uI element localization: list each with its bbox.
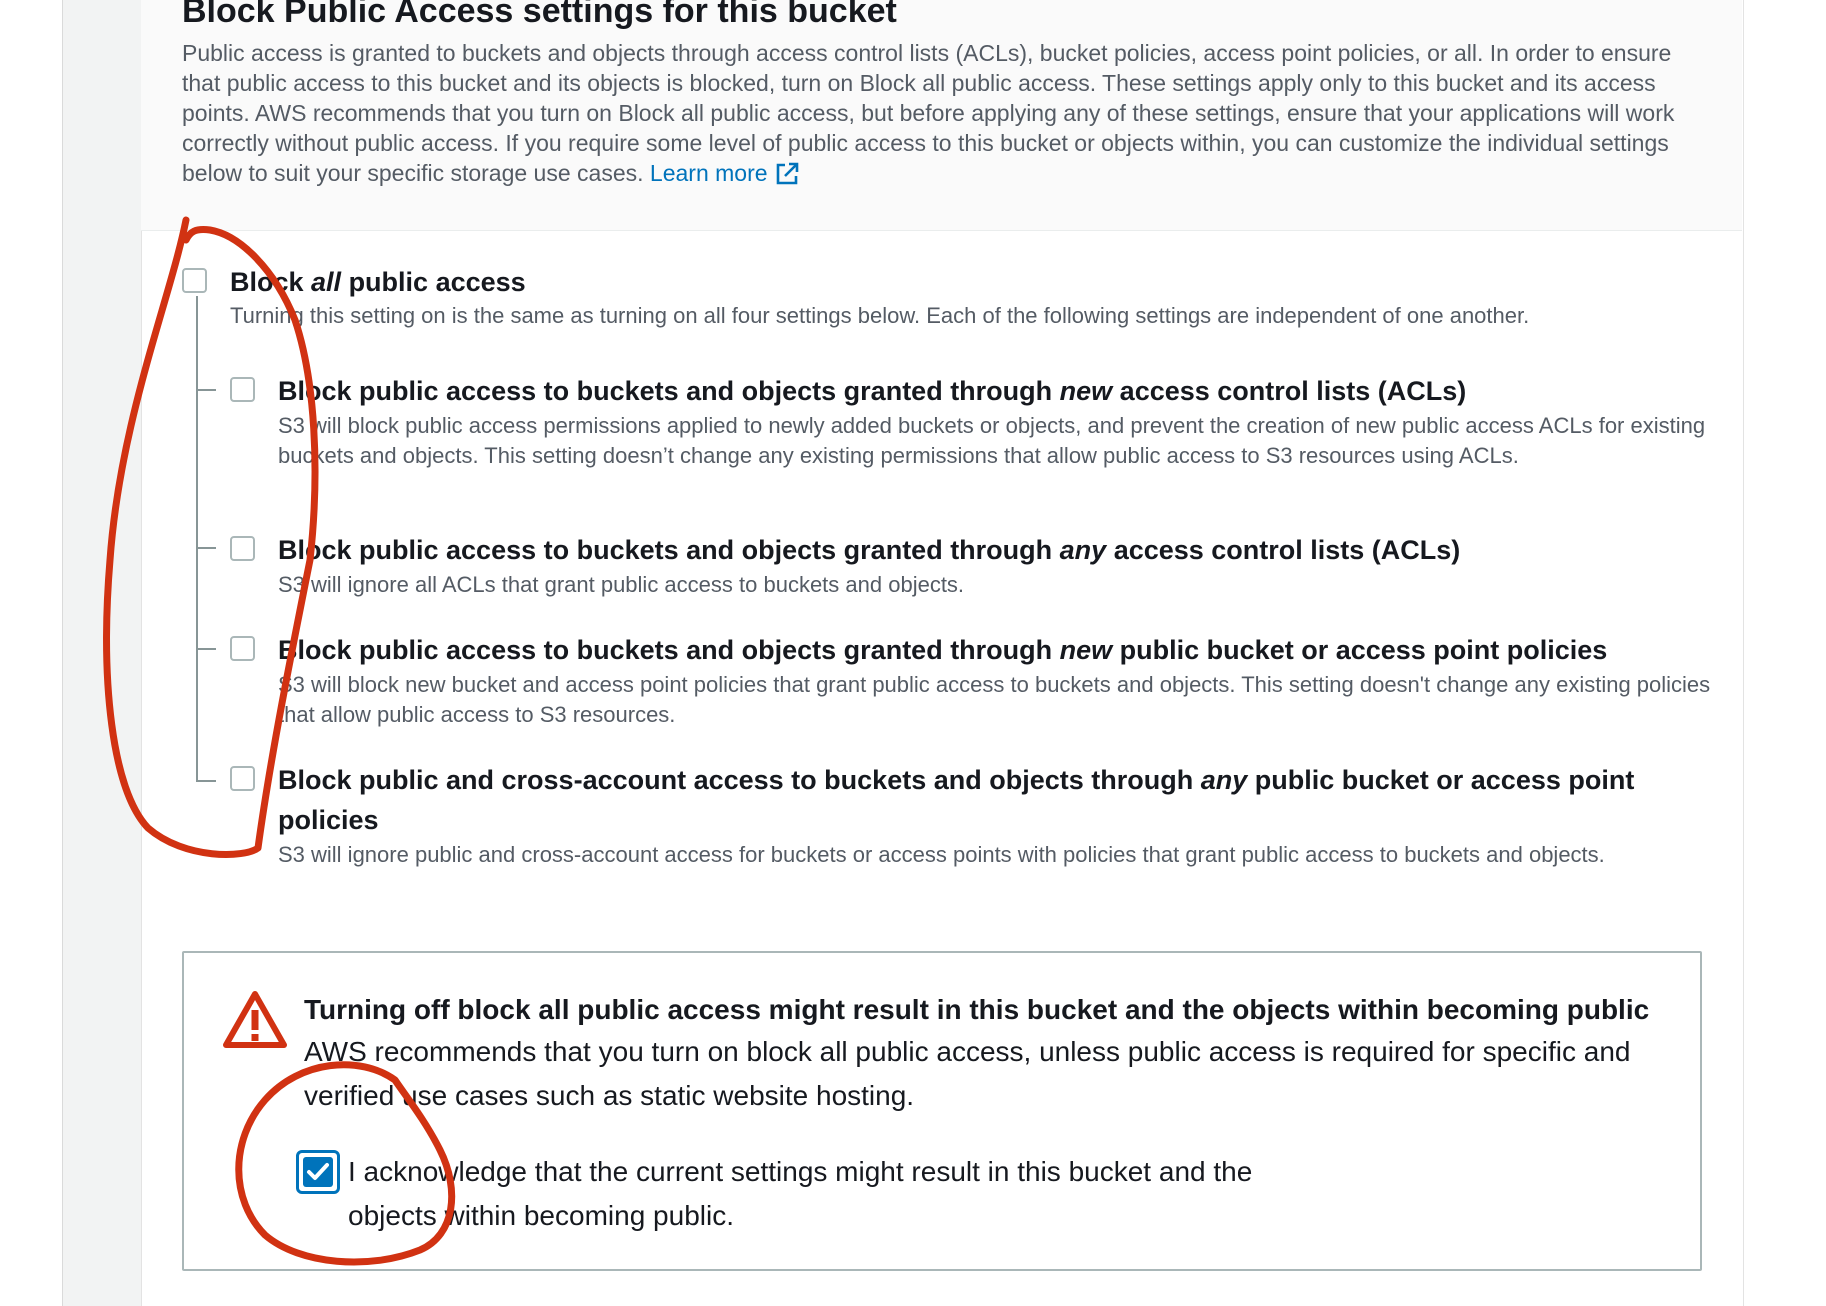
option-new-policies-label: Block public access to buckets and objec…	[278, 630, 1718, 670]
section-title: Block Public Access settings for this bu…	[182, 0, 897, 30]
tree-vertical-line	[196, 296, 198, 782]
checkbox-fill	[303, 1157, 333, 1187]
tree-branch	[196, 780, 216, 782]
learn-more-link[interactable]: Learn more	[650, 160, 800, 186]
option-label-post: public bucket or access point policies	[1112, 635, 1608, 665]
option-any-policies-description: S3 will ignore public and cross-account …	[278, 842, 1605, 867]
external-link-icon	[776, 162, 798, 185]
option-new-acls-description: S3 will block public access permissions …	[278, 413, 1706, 468]
tree-branch	[196, 547, 216, 549]
acknowledge-checkbox[interactable]	[296, 1150, 340, 1194]
acknowledge-label: I acknowledge that the current settings …	[348, 1156, 1253, 1231]
option-label-pre: Block public and cross-account access to…	[278, 765, 1201, 795]
option-label-em: any	[1059, 535, 1107, 565]
warning-triangle-icon	[223, 991, 287, 1048]
option-new-acls-label: Block public access to buckets and objec…	[278, 371, 1718, 411]
option-label-em: new	[1059, 635, 1113, 665]
option-label-post: access control lists (ACLs)	[1112, 376, 1467, 406]
section-description: Public access is granted to buckets and …	[182, 38, 1712, 188]
option-label-em: any	[1200, 765, 1248, 795]
option-any-acls-description: S3 will ignore all ACLs that grant publi…	[278, 572, 965, 597]
learn-more-label: Learn more	[649, 160, 768, 186]
option-any-policies-label: Block public and cross-account access to…	[278, 760, 1688, 840]
block-all-label-post: public access	[341, 267, 526, 297]
option-label-pre: Block public access to buckets and objec…	[278, 535, 1060, 565]
option-label-em: new	[1059, 376, 1113, 406]
block-all-description: Turning this setting on is the same as t…	[230, 303, 1530, 328]
option-any-acls-checkbox[interactable]	[230, 536, 255, 561]
section-description-text: Public access is granted to buckets and …	[182, 40, 1675, 186]
option-label-pre: Block public access to buckets and objec…	[278, 376, 1060, 406]
option-any-policies-checkbox[interactable]	[230, 766, 255, 791]
block-all-checkbox[interactable]	[182, 268, 207, 293]
option-new-policies-description: S3 will block new bucket and access poin…	[278, 672, 1711, 727]
option-new-acls-checkbox[interactable]	[230, 377, 255, 402]
warning-body: AWS recommends that you turn on block al…	[304, 1036, 1631, 1111]
tree-branch	[196, 648, 216, 650]
checkmark-icon	[307, 1163, 329, 1180]
block-all-label-pre: Block	[230, 267, 312, 297]
tree-branch	[196, 389, 216, 391]
option-label-pre: Block public access to buckets and objec…	[278, 635, 1060, 665]
option-any-acls-label: Block public access to buckets and objec…	[278, 530, 1718, 570]
warning-title: Turning off block all public access migh…	[304, 994, 1650, 1025]
option-new-policies-checkbox[interactable]	[230, 636, 255, 661]
block-all-label: Block all public access	[230, 262, 1710, 302]
block-all-label-em: all	[311, 267, 342, 297]
option-label-post: access control lists (ACLs)	[1106, 535, 1461, 565]
